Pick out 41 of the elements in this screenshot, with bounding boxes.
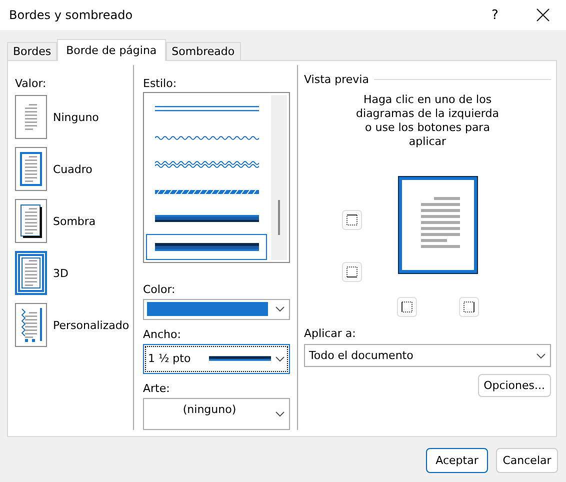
apply-dropdown[interactable]: Todo el documento	[304, 344, 551, 367]
width-dropdown[interactable]: 1 ½ pto	[143, 344, 290, 374]
setting-label: Personalizado	[53, 318, 130, 332]
line-width-sample-icon	[208, 356, 271, 362]
border-toggle-icon[interactable]	[342, 210, 362, 230]
arte-label: Arte:	[143, 382, 171, 395]
chevron-down-icon	[275, 306, 285, 312]
help-button[interactable]: ?	[472, 0, 518, 30]
estilo-label: Estilo:	[143, 77, 178, 90]
art-dropdown[interactable]: (ninguno)	[143, 398, 290, 430]
setting-label: Ninguno	[53, 110, 99, 124]
tab[interactable]: Borde de página	[57, 39, 166, 61]
dialog-button[interactable]: Cancelar	[496, 448, 558, 473]
page-setting-icon[interactable]	[15, 199, 47, 243]
dialog-button[interactable]: Aceptar	[426, 448, 488, 473]
options-button[interactable]: Opciones...	[478, 374, 551, 397]
line-style-option[interactable]	[146, 234, 267, 260]
border-toggle-icon[interactable]	[397, 297, 417, 317]
tab[interactable]: Bordes	[7, 42, 58, 60]
chevron-down-icon	[536, 352, 546, 358]
line-style-sample-icon	[154, 159, 258, 170]
apply-label: Aplicar a:	[304, 327, 357, 340]
setting-label: Cuadro	[53, 162, 92, 176]
scrollbar-thumb[interactable]	[278, 200, 280, 235]
close-icon	[536, 8, 550, 22]
tab[interactable]: Sombreado	[166, 42, 241, 60]
border-toggle-icon[interactable]	[342, 262, 362, 282]
window-title: Bordes y sombreado	[9, 8, 134, 22]
setting-label: 3D	[53, 266, 68, 280]
preview-title: Vista previa	[304, 73, 369, 86]
border-toggle-icon[interactable]	[459, 297, 479, 317]
chevron-down-icon	[275, 410, 285, 417]
color-dropdown[interactable]	[143, 299, 290, 320]
valor-label: Valor:	[15, 77, 48, 90]
chevron-down-icon	[275, 356, 285, 362]
line-style-sample-icon	[154, 242, 258, 252]
preview-instructions: Haga clic en uno de los diagramas de la izquierda o use los botones para aplicar	[355, 93, 500, 149]
color-label: Color:	[143, 283, 176, 296]
ancho-label: Ancho:	[143, 328, 182, 341]
setting-label: Sombra	[53, 214, 96, 228]
line-style-sample-icon	[154, 214, 258, 224]
